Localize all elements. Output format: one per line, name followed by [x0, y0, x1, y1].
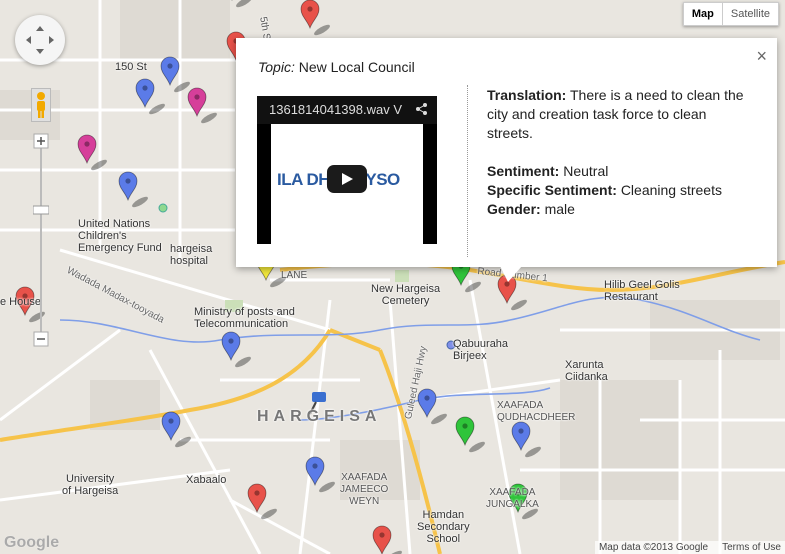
- zoom-control: [32, 133, 50, 347]
- play-button-icon[interactable]: [327, 165, 367, 193]
- street-150-label: 150 St: [115, 61, 147, 73]
- google-logo: Google: [4, 534, 60, 551]
- map-type-map-button[interactable]: Map: [682, 2, 723, 26]
- hamdan-school-label: Hamdan Secondary School: [417, 509, 470, 545]
- sentiment-value: Neutral: [563, 163, 609, 179]
- pan-arrows-icon: [26, 26, 54, 54]
- info-details: Translation: There is a need to clean th…: [487, 86, 752, 219]
- sentiment-label: Sentiment:: [487, 163, 560, 179]
- lane-label: LANE: [281, 270, 308, 281]
- unicef-label: United Nations Children's Emergency Fund: [78, 218, 162, 254]
- video-title[interactable]: 1361814041398.wav V: [257, 96, 437, 124]
- video-player[interactable]: 1361814041398.wav V ILA DHAGEYSO: [257, 96, 437, 244]
- gender-value: male: [544, 201, 575, 217]
- xaafada-jameeco-label: XAAFADA JAMEECO WEYN: [340, 472, 389, 507]
- popup-divider: [467, 85, 468, 257]
- close-icon[interactable]: ×: [756, 46, 767, 67]
- hilib-restaurant-label: Hilib Geel Golis Restaurant: [604, 279, 680, 303]
- topic-label: Topic:: [258, 59, 295, 75]
- topic-line: Topic: New Local Council: [258, 59, 415, 75]
- small-green-dot[interactable]: [158, 203, 168, 213]
- map-type-satellite-button[interactable]: Satellite: [722, 2, 779, 26]
- gender-label: Gender:: [487, 201, 541, 217]
- map-footer: Map data ©2013 Google Terms of Use: [594, 541, 785, 554]
- pan-control[interactable]: [15, 15, 65, 65]
- xabaalo-label: Xabaalo: [186, 474, 227, 486]
- terms-link[interactable]: Terms of Use: [722, 542, 781, 553]
- hospital-label: hargeisa hospital: [170, 243, 213, 267]
- qabuuraha-label: Qabuuraha Birjeex: [453, 338, 509, 362]
- info-window: Topic: New Local Council × 1361814041398…: [236, 38, 777, 267]
- share-icon[interactable]: [415, 102, 429, 119]
- translation-label: Translation:: [487, 87, 567, 103]
- specific-sentiment-value: Cleaning streets: [620, 182, 722, 198]
- video-thumbnail: ILA DHAGEYSO: [271, 124, 423, 244]
- xarunta-label: Xarunta Ciidanka: [565, 359, 608, 383]
- xaafada-jungalka-label: XAAFADA JUNGALKA: [486, 487, 539, 510]
- street-view-pegman-icon[interactable]: [31, 88, 51, 122]
- map-data-text: Map data ©2013 Google: [598, 542, 709, 553]
- topic-value: New Local Council: [298, 59, 415, 75]
- xaafada-qudhacdheer-label: XAAFADA QUDHACDHEER: [497, 400, 576, 423]
- university-label: University of Hargeisa: [62, 473, 119, 497]
- map-type-control: Map Satellite: [682, 2, 779, 26]
- zoom-slider-handle[interactable]: [32, 205, 50, 215]
- new-hargeisa-cemetery-label: New Hargeisa Cemetery: [371, 283, 441, 307]
- info-window-tail: [500, 266, 522, 282]
- specific-sentiment-label: Specific Sentiment:: [487, 182, 617, 198]
- ministry-label: Ministry of posts and Telecommunication: [194, 306, 295, 330]
- hargeisa-city-label: HARGEISA: [257, 408, 382, 425]
